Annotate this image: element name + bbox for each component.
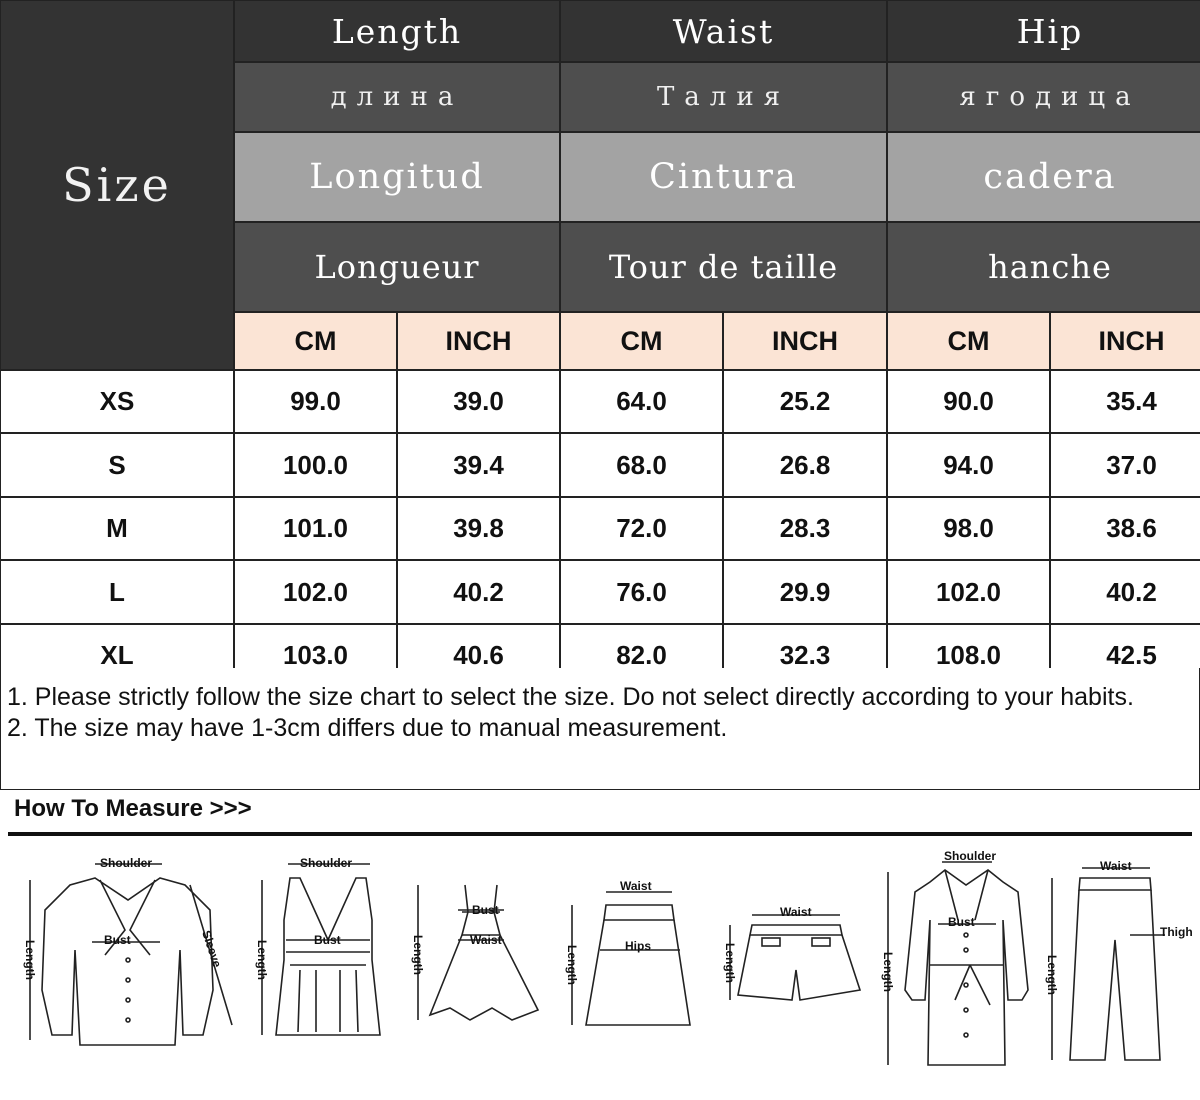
size-header: Size [1,1,233,369]
label-length: Length [723,943,737,983]
label-waist: Waist [780,905,812,919]
table-cell: 94.0 [888,434,1049,496]
pants-diagram: Waist Thigh Length [1045,859,1193,1061]
size-label-m: M [1,498,233,559]
table-cell: 64.0 [561,371,722,432]
unit-waist-inch: INCH [724,313,886,369]
size-chart-table: Size Length Waist Hip длина Талия ягодиц… [0,0,1200,686]
table-cell: 35.4 [1051,371,1200,432]
divider [8,832,1192,836]
table-cell: 25.2 [724,371,886,432]
label-hips: Hips [625,939,651,953]
blouse-diagram: Shoulder Bust Length Sleeve [23,856,233,1046]
label-length: Length [1045,955,1059,995]
header-length-es: Longitud [235,133,559,221]
note-2: 2. The size may have 1-3cm differs due t… [7,714,728,742]
table-cell: 39.4 [398,434,559,496]
table-cell: 99.0 [235,371,396,432]
label-bust: Bust [104,933,131,947]
measurement-diagrams: Shoulder Bust Length Sleeve Shoulder Bus… [0,840,1200,1100]
header-waist-fr: Tour de taille [561,223,886,311]
label-shoulder: Shoulder [300,856,352,870]
header-length-ru: длина [235,63,559,131]
table-cell: 102.0 [888,561,1049,623]
dress-diagram: Bust Waist Length [411,884,540,1021]
table-cell: 38.6 [1051,498,1200,559]
table-cell: 39.8 [398,498,559,559]
label-sleeve: Sleeve [199,929,224,970]
header-hip-en: Hip [888,1,1200,61]
label-bust: Bust [948,915,975,929]
label-bust: Bust [472,903,499,917]
unit-hip-cm: CM [888,313,1049,369]
label-waist: Waist [1100,859,1132,873]
size-notes: 1. Please strictly follow the size chart… [0,668,1200,790]
label-length: Length [23,940,37,980]
header-waist-es: Cintura [561,133,886,221]
table-cell: 29.9 [724,561,886,623]
table-cell: 28.3 [724,498,886,559]
header-length-en: Length [235,1,559,61]
unit-waist-cm: CM [561,313,722,369]
table-cell: 98.0 [888,498,1049,559]
header-hip-fr: hanche [888,223,1200,311]
note-1: 1. Please strictly follow the size chart… [7,683,1134,711]
table-cell: 40.2 [398,561,559,623]
shorts-diagram: Waist Length [723,905,862,1001]
table-cell: 100.0 [235,434,396,496]
label-length: Length [565,945,579,985]
table-cell: 101.0 [235,498,396,559]
tank-top-diagram: Shoulder Bust Length [255,856,381,1036]
unit-length-inch: INCH [398,313,559,369]
header-waist-en: Waist [561,1,886,61]
label-bust: Bust [314,933,341,947]
label-waist: Waist [620,879,652,893]
header-length-fr: Longueur [235,223,559,311]
label-shoulder: Shoulder [100,856,152,870]
header-waist-ru: Талия [561,63,886,131]
label-length: Length [411,935,425,975]
label-length: Length [255,940,269,980]
unit-length-cm: CM [235,313,396,369]
table-cell: 40.2 [1051,561,1200,623]
table-cell: 76.0 [561,561,722,623]
how-to-measure-title: How To Measure >>> [14,795,252,822]
unit-hip-inch: INCH [1051,313,1200,369]
table-cell: 26.8 [724,434,886,496]
header-hip-es: cadera [888,133,1200,221]
coat-diagram: Shoulder Bust Length [881,849,1029,1066]
size-label-xs: XS [1,371,233,432]
header-hip-ru: ягодица [888,63,1200,131]
skirt-diagram: Waist Hips Length [565,879,691,1026]
table-cell: 102.0 [235,561,396,623]
table-cell: 39.0 [398,371,559,432]
table-cell: 68.0 [561,434,722,496]
label-waist: Waist [470,933,502,947]
label-length: Length [881,952,895,992]
table-cell: 37.0 [1051,434,1200,496]
label-shoulder: Shoulder [944,849,996,863]
size-label-s: S [1,434,233,496]
table-cell: 90.0 [888,371,1049,432]
size-label-l: L [1,561,233,623]
table-cell: 72.0 [561,498,722,559]
label-thigh: Thigh [1160,925,1193,939]
